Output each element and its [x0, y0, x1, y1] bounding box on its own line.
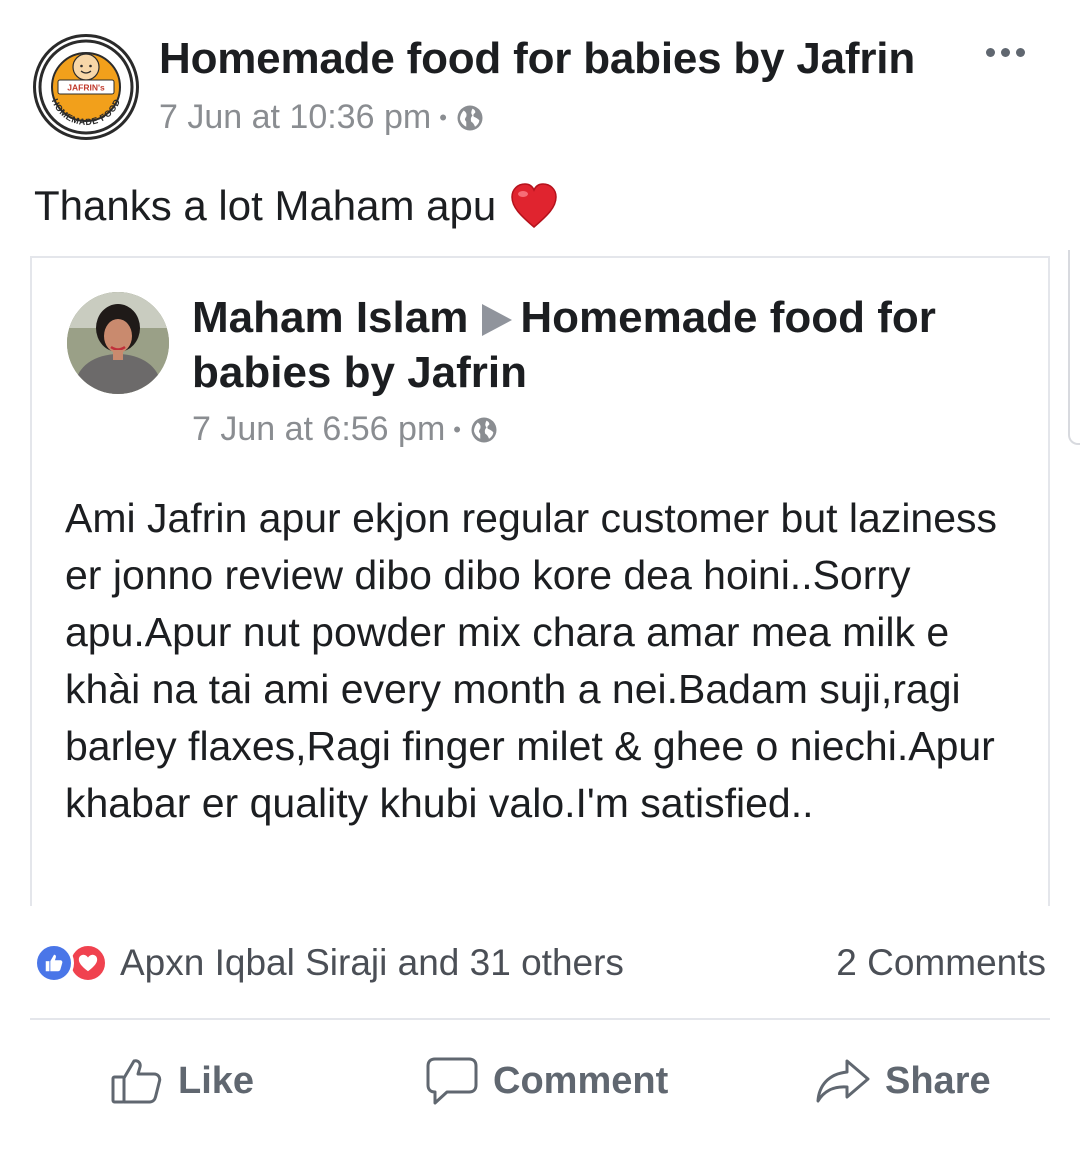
author-photo [67, 292, 169, 394]
author-avatar[interactable] [67, 292, 169, 394]
author-name-link[interactable]: Maham Islam [192, 293, 468, 342]
meta-separator: • [439, 104, 447, 130]
comments-count-link[interactable]: 2 Comments [836, 942, 1046, 984]
scroll-edge [1068, 250, 1080, 445]
page-avatar[interactable]: JAFRIN's HOMEMADE FOOD [33, 34, 139, 140]
comment-bubble-icon [426, 1057, 478, 1105]
facebook-post: JAFRIN's HOMEMADE FOOD Homemade food for… [0, 0, 1080, 1166]
love-reaction-icon [68, 943, 108, 983]
post-timestamp[interactable]: 7 Jun at 10:36 pm [159, 98, 431, 137]
post-message: Thanks a lot Maham apu [34, 182, 497, 229]
shared-timestamp[interactable]: 7 Jun at 6:56 pm [192, 410, 445, 449]
reactions-summary[interactable]: Apxn Iqbal Siraji and 31 others [34, 942, 624, 984]
shared-post-card[interactable]: Maham Islam Homemade food for babies by J… [30, 256, 1050, 906]
share-arrow-icon [816, 1059, 870, 1103]
red-heart-emoji [511, 183, 558, 228]
reactors-text[interactable]: Apxn Iqbal Siraji and 31 others [120, 942, 624, 984]
comment-label: Comment [493, 1059, 669, 1102]
like-label: Like [178, 1059, 255, 1102]
svg-text:JAFRIN's: JAFRIN's [67, 83, 105, 93]
shared-to-arrow-icon [482, 304, 513, 336]
comment-button[interactable]: Comment [425, 1054, 668, 1108]
shared-header: Maham Islam Homemade food for babies by J… [192, 290, 992, 400]
jafrin-logo: JAFRIN's HOMEMADE FOOD [38, 39, 134, 135]
thumbs-up-icon [111, 1059, 162, 1104]
meta-separator: • [453, 416, 461, 442]
globe-icon [457, 105, 483, 130]
divider [30, 1018, 1050, 1020]
globe-icon [471, 417, 497, 442]
shared-meta: 7 Jun at 6:56 pm • [192, 410, 499, 449]
share-label: Share [885, 1059, 991, 1102]
post-text: Thanks a lot Maham apu [34, 182, 558, 230]
more-options-icon[interactable] [986, 38, 1034, 66]
page-name-link[interactable]: Homemade food for babies by Jafrin [159, 34, 915, 84]
like-button[interactable]: Like [110, 1054, 254, 1108]
share-button[interactable]: Share [815, 1054, 991, 1108]
like-reaction-icon [34, 943, 74, 983]
post-meta: 7 Jun at 10:36 pm • [159, 98, 485, 137]
shared-post-body: Ami Jafrin apur ekjon regular customer b… [65, 495, 998, 826]
